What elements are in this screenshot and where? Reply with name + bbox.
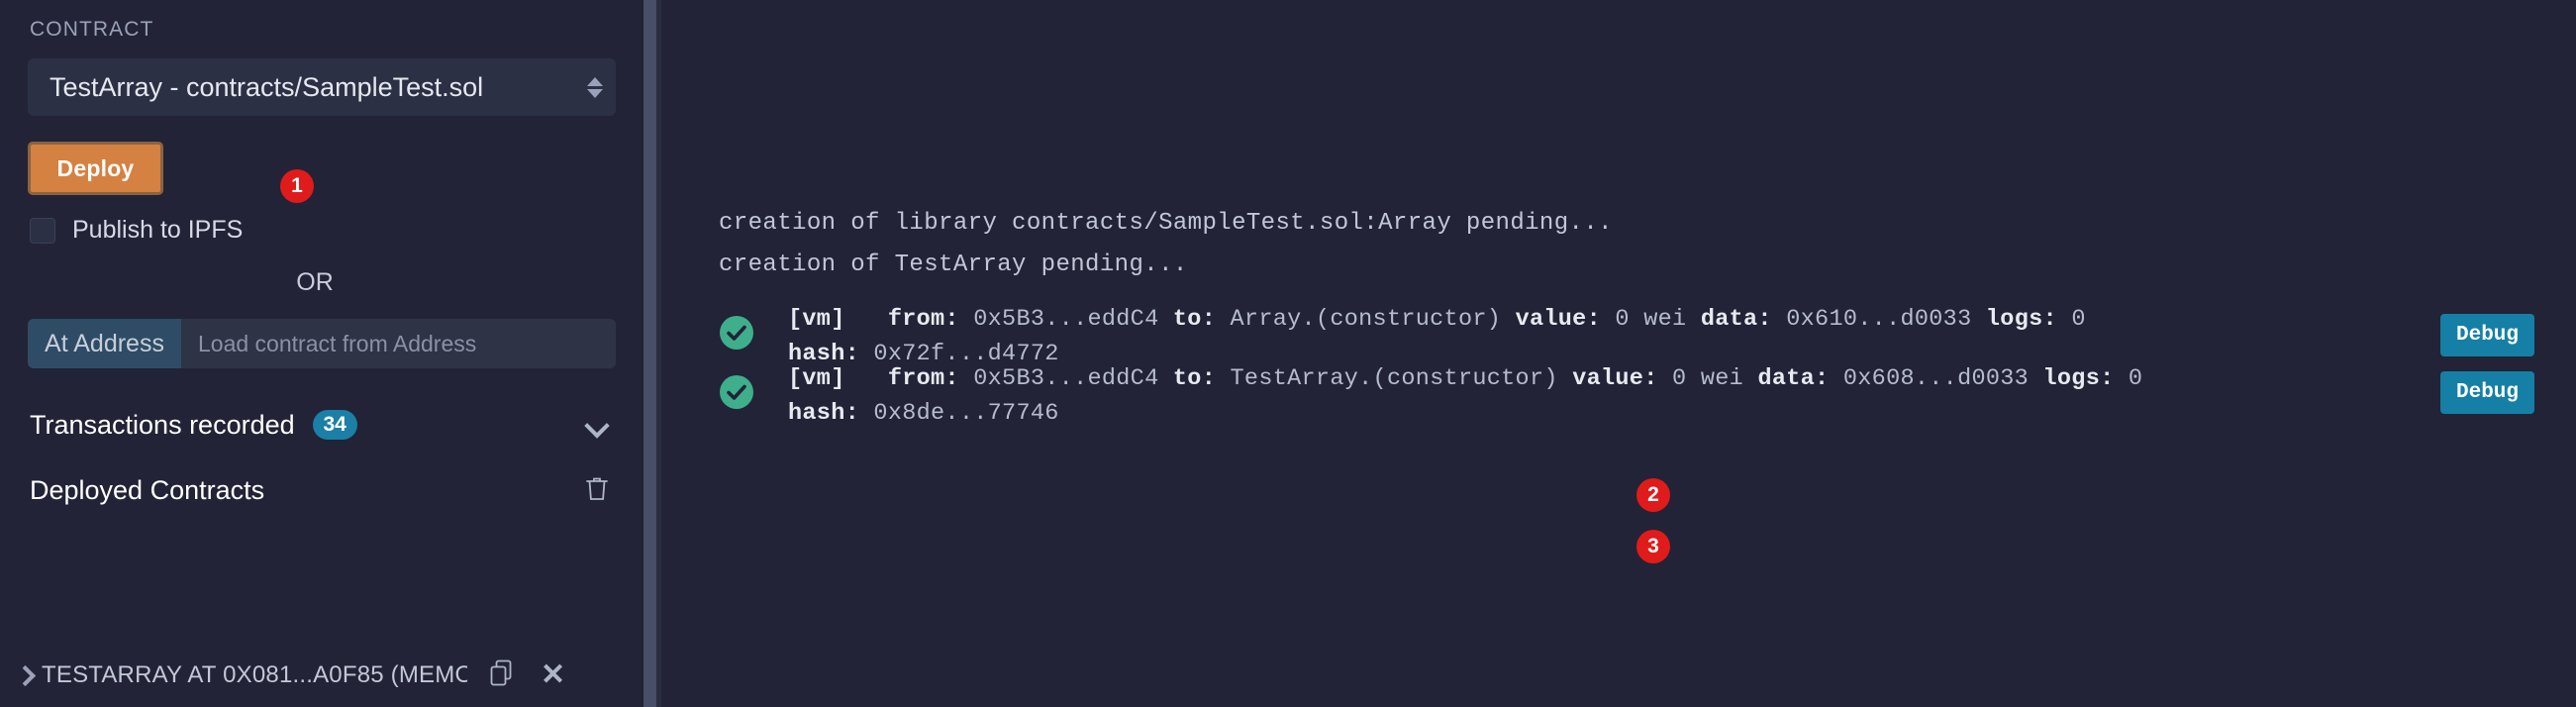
vm-tag: [vm]	[788, 306, 845, 333]
logs-value: 0	[2128, 365, 2143, 392]
value-value: 0 wei	[1672, 365, 1744, 392]
publish-ipfs-checkbox[interactable]	[30, 217, 55, 244]
transactions-recorded-label: Transactions recorded	[30, 409, 295, 440]
from-label: from:	[887, 306, 959, 333]
terminal-transaction-row[interactable]: [vm] from: 0x5B3...eddC4 to: Array.(cons…	[719, 305, 2086, 369]
copy-icon[interactable]	[489, 659, 515, 692]
data-label: data:	[1700, 306, 1772, 333]
from-value: 0x5B3...eddC4	[973, 306, 1159, 333]
close-icon[interactable]: ✕	[541, 660, 565, 690]
debug-button[interactable]: Debug	[2440, 371, 2534, 414]
logs-label: logs:	[2042, 365, 2115, 392]
deploy-row: Deploy	[28, 142, 616, 195]
debug-button[interactable]: Debug	[2440, 314, 2534, 356]
hash-label: hash:	[788, 400, 860, 427]
stepper-arrows-icon[interactable]	[586, 70, 604, 104]
terminal-log-line: creation of library contracts/SampleTest…	[719, 210, 1613, 237]
annotation-marker-1: 1	[280, 169, 314, 203]
to-label: to:	[1172, 306, 1217, 333]
contract-select-value: TestArray - contracts/SampleTest.sol	[50, 71, 484, 102]
remix-deploy-run-screen: CONTRACT TestArray - contracts/SampleTes…	[0, 0, 2576, 707]
to-value: Array.(constructor)	[1230, 306, 1502, 333]
deployed-contracts-header: Deployed Contracts	[28, 470, 616, 510]
publish-ipfs-label: Publish to IPFS	[72, 216, 244, 244]
hash-value: 0x8de...77746	[873, 400, 1059, 427]
value-value: 0 wei	[1615, 306, 1687, 333]
or-separator-label: OR	[296, 268, 334, 296]
publish-ipfs-row: Publish to IPFS	[28, 216, 616, 245]
chevron-down-icon[interactable]	[584, 412, 610, 438]
value-label: value:	[1572, 365, 1658, 392]
from-value: 0x5B3...eddC4	[973, 365, 1159, 392]
hash-label: hash:	[788, 341, 860, 367]
transactions-recorded-header[interactable]: Transactions recorded 34	[28, 405, 616, 445]
load-contract-address-input[interactable]	[181, 319, 616, 368]
hash-value: 0x72f...d4772	[873, 341, 1059, 367]
vm-tag: [vm]	[788, 365, 845, 392]
deployed-contract-list-item[interactable]: TESTARRAY AT 0X081...A0F85 (MEMO ✕	[8, 654, 636, 697]
transactions-recorded-count-badge: 34	[312, 410, 357, 440]
contract-select[interactable]: TestArray - contracts/SampleTest.sol	[28, 58, 616, 116]
annotation-marker-3: 3	[1636, 530, 1670, 563]
from-label: from:	[887, 365, 959, 392]
terminal-transaction-text: [vm] from: 0x5B3...eddC4 to: TestArray.(…	[788, 364, 2142, 429]
terminal-log-line: creation of TestArray pending...	[719, 252, 1188, 278]
at-address-button[interactable]: At Address	[28, 319, 181, 368]
logs-label: logs:	[1985, 306, 2057, 333]
deployed-contracts-label: Deployed Contracts	[30, 474, 265, 505]
terminal-transaction-row[interactable]: [vm] from: 0x5B3...eddC4 to: TestArray.(…	[719, 364, 2142, 429]
at-address-group: At Address	[28, 319, 616, 368]
deploy-run-sidebar: CONTRACT TestArray - contracts/SampleTes…	[0, 0, 644, 707]
panel-resize-handle[interactable]	[644, 0, 656, 707]
success-check-icon	[719, 374, 754, 415]
logs-value: 0	[2071, 306, 2086, 333]
terminal-transaction-text: [vm] from: 0x5B3...eddC4 to: Array.(cons…	[788, 305, 2086, 369]
contract-section-label: CONTRACT	[30, 18, 154, 41]
caret-right-icon[interactable]	[8, 668, 42, 683]
deployed-contract-name: TESTARRAY AT 0X081...A0F85 (MEMO	[42, 661, 467, 688]
panel-divider	[656, 0, 661, 707]
data-value: 0x610...d0033	[1786, 306, 1972, 333]
to-label: to:	[1172, 365, 1217, 392]
value-label: value:	[1515, 306, 1601, 333]
data-value: 0x608...d0033	[1842, 365, 2030, 392]
to-value: TestArray.(constructor)	[1230, 365, 1558, 392]
success-check-icon	[719, 315, 754, 355]
annotation-marker-2: 2	[1636, 478, 1670, 512]
data-label: data:	[1757, 365, 1830, 392]
trash-icon[interactable]	[584, 474, 610, 507]
terminal-output-pane[interactable]: creation of library contracts/SampleTest…	[661, 0, 2576, 707]
deploy-button[interactable]: Deploy	[28, 142, 163, 195]
